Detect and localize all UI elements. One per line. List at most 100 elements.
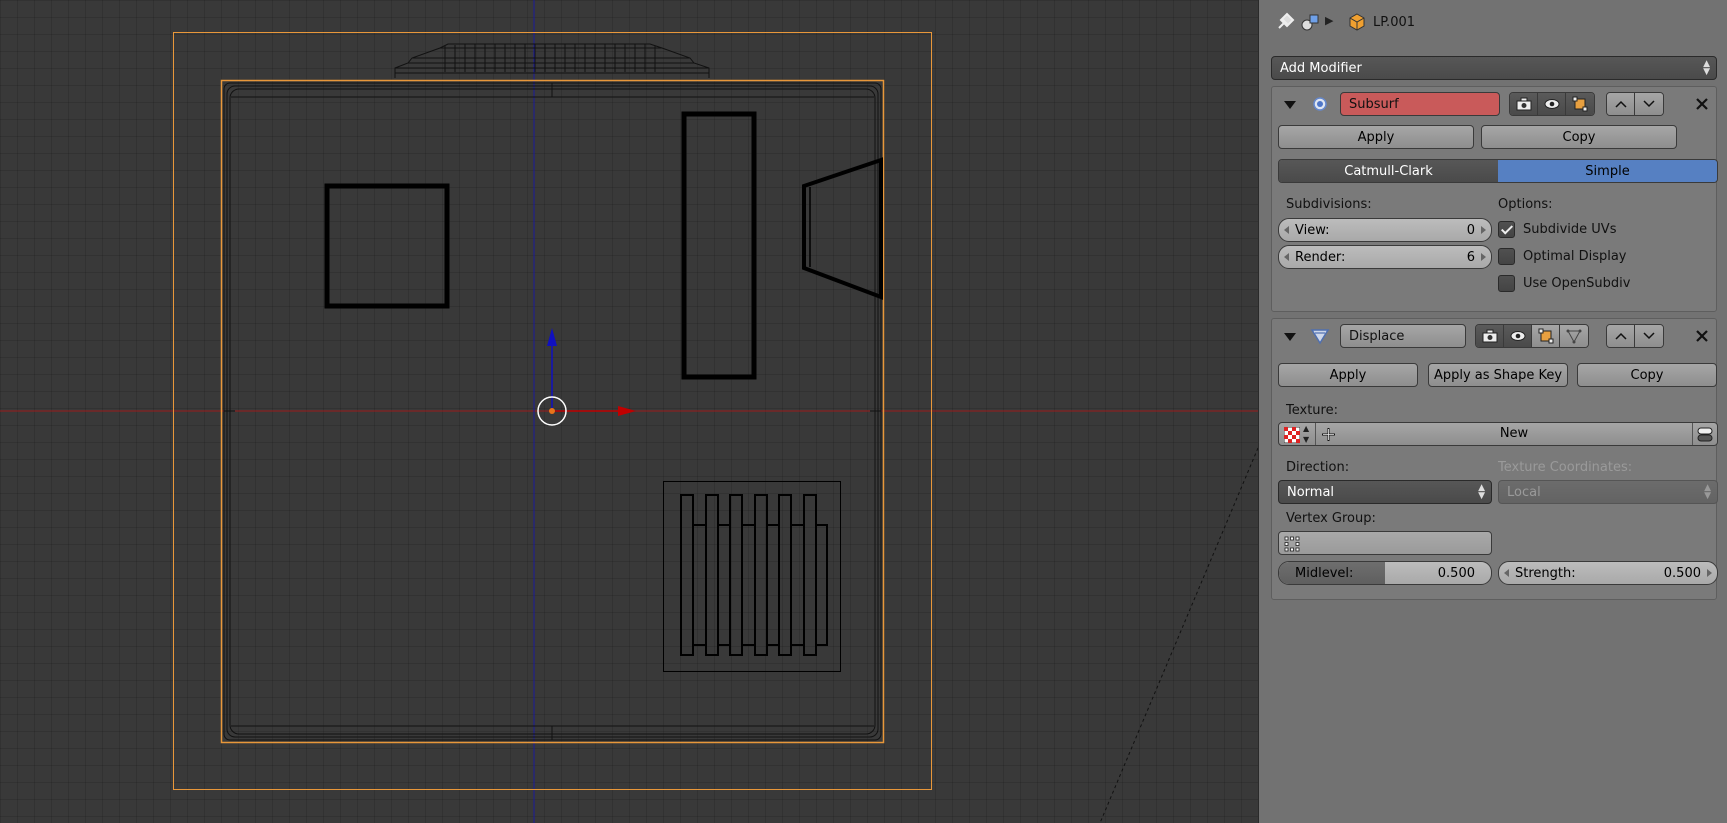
subdivide-uvs-checkbox[interactable]: Subdivide UVs (1498, 221, 1616, 238)
texture-selector[interactable]: ▲ ▼ New (1278, 422, 1718, 446)
strength-field[interactable]: Strength: 0.500 (1498, 561, 1718, 585)
midlevel-label: Midlevel: (1295, 565, 1354, 581)
mesh-object-icon (1349, 13, 1365, 31)
editmode-cage-icon[interactable] (1566, 93, 1594, 115)
render-camera-icon[interactable] (1476, 325, 1504, 347)
vertex-group-icon (1284, 536, 1300, 552)
z-axis-arrow-icon (547, 328, 557, 346)
subsurf-name-field[interactable]: Subsurf (1340, 92, 1500, 116)
texture-properties-icon[interactable] (1697, 427, 1713, 442)
add-modifier-dropdown[interactable]: Add Modifier ▲ ▼ (1271, 56, 1717, 80)
copy-label: Copy (1630, 367, 1664, 383)
subsurf-modifier-icon (1313, 97, 1327, 111)
subdivision-algorithm-toggle: Catmull-Clark Simple (1278, 159, 1718, 183)
context-breadcrumb: ▶ LP.001 (1259, 0, 1727, 46)
tall-slot-cutout (681, 111, 757, 380)
subdivide-uvs-label: Subdivide UVs (1523, 222, 1617, 237)
displace-name-field[interactable]: Displace (1340, 324, 1466, 348)
move-down-icon[interactable] (1635, 325, 1663, 347)
subdivisions-label: Subdivisions: (1286, 197, 1372, 212)
direction-value: Normal (1287, 484, 1335, 500)
collapse-triangle-icon[interactable] (1284, 333, 1296, 341)
render-camera-icon[interactable] (1510, 93, 1538, 115)
top-knob-mesh (394, 43, 710, 78)
updown-arrow-icon[interactable]: ▲ ▼ (1303, 423, 1309, 445)
square-cutout (324, 183, 450, 309)
side-spout (802, 157, 883, 300)
subsurf-modifier-panel: Subsurf Apply Copy Catmull-Clark Simple … (1271, 86, 1718, 312)
texture-new-label: New (1499, 426, 1529, 441)
viewport-scene[interactable] (0, 0, 1258, 823)
view-value: 0 (1466, 222, 1475, 238)
render-value: 6 (1466, 249, 1475, 265)
add-modifier-label: Add Modifier (1280, 60, 1362, 76)
decrement-arrow-icon[interactable] (1504, 569, 1509, 577)
collapse-triangle-icon[interactable] (1284, 101, 1296, 109)
checkbox-icon[interactable] (1498, 248, 1515, 265)
increment-arrow-icon[interactable] (1707, 569, 1712, 577)
vent-grille (663, 481, 841, 672)
3d-viewport[interactable] (0, 0, 1258, 823)
increment-arrow-icon[interactable] (1481, 226, 1486, 234)
apply-as-shape-key-button[interactable]: Apply as Shape Key (1428, 363, 1568, 387)
breadcrumb-arrow-icon: ▶ (1325, 14, 1334, 27)
subsurf-name: Subsurf (1349, 96, 1399, 112)
subsurf-copy-button[interactable]: Copy (1481, 125, 1677, 149)
relationship-line (1099, 447, 1258, 823)
decrement-arrow-icon[interactable] (1284, 253, 1289, 261)
increment-arrow-icon[interactable] (1481, 253, 1486, 261)
viewport-eye-icon[interactable] (1538, 93, 1566, 115)
move-up-icon[interactable] (1607, 325, 1635, 347)
remove-modifier-close-icon[interactable] (1692, 94, 1712, 114)
displace-copy-button[interactable]: Copy (1577, 363, 1717, 387)
texture-coordinates-dropdown[interactable]: Local ▲ ▼ (1498, 480, 1718, 504)
apply-label: Apply (1357, 129, 1395, 145)
properties-panel: ▶ LP.001 Add Modifier ▲ ▼ Subsurf Apply … (1258, 0, 1727, 823)
vertex-group-field[interactable] (1278, 531, 1492, 555)
modifier-wrench-icon[interactable] (1299, 12, 1321, 34)
checker-texture-icon[interactable] (1284, 427, 1300, 443)
move-up-down-group (1606, 92, 1664, 116)
move-down-icon[interactable] (1635, 93, 1663, 115)
view-label: View: (1295, 222, 1330, 238)
move-up-icon[interactable] (1607, 93, 1635, 115)
optimal-display-label: Optimal Display (1523, 249, 1627, 264)
checkbox-icon[interactable] (1498, 275, 1515, 292)
displace-modifier-icon (1310, 329, 1330, 345)
decrement-arrow-icon[interactable] (1284, 226, 1289, 234)
object-origin-dot (549, 408, 555, 414)
pin-icon[interactable] (1273, 12, 1295, 34)
use-opensubdiv-label: Use OpenSubdiv (1523, 276, 1631, 291)
vertex-group-label: Vertex Group: (1286, 511, 1376, 526)
strength-value: 0.500 (1663, 565, 1701, 581)
optimal-display-checkbox[interactable]: Optimal Display (1498, 248, 1627, 265)
subsurf-apply-button[interactable]: Apply (1278, 125, 1474, 149)
catmull-clark-option[interactable]: Catmull-Clark (1279, 160, 1498, 182)
render-label: Render: (1295, 249, 1346, 265)
apply-as-shape-key-label: Apply as Shape Key (1433, 367, 1563, 383)
strength-label: Strength: (1515, 565, 1576, 581)
midlevel-slider[interactable]: Midlevel: 0.500 (1278, 561, 1492, 585)
updown-arrow-icon: ▲ ▼ (1703, 59, 1710, 77)
displace-apply-button[interactable]: Apply (1278, 363, 1418, 387)
use-opensubdiv-checkbox[interactable]: Use OpenSubdiv (1498, 275, 1630, 292)
object-name: LP.001 (1373, 15, 1416, 30)
updown-arrow-icon: ▲ ▼ (1704, 483, 1711, 501)
displace-modifier-panel: Displace Apply Apply as Shape Key Copy T… (1271, 318, 1718, 600)
direction-dropdown[interactable]: Normal ▲ ▼ (1278, 480, 1492, 504)
add-new-plus-icon[interactable] (1321, 427, 1336, 442)
simple-option[interactable]: Simple (1498, 160, 1717, 182)
checkbox-checked-icon[interactable] (1498, 221, 1515, 238)
render-levels-field[interactable]: Render: 6 (1278, 245, 1492, 269)
direction-label: Direction: (1286, 460, 1350, 475)
editmode-cage-icon[interactable] (1532, 325, 1560, 347)
on-cage-vertex-icon[interactable] (1560, 325, 1588, 347)
view-levels-field[interactable]: View: 0 (1278, 218, 1492, 242)
viewport-eye-icon[interactable] (1504, 325, 1532, 347)
transform-gizmo[interactable] (537, 328, 636, 426)
remove-modifier-close-icon[interactable] (1692, 326, 1712, 346)
texture-coordinates-label: Texture Coordinates: (1498, 460, 1633, 475)
displace-visibility-toggles (1475, 324, 1589, 348)
apply-label: Apply (1329, 367, 1367, 383)
x-axis-arrow-icon (618, 406, 636, 416)
